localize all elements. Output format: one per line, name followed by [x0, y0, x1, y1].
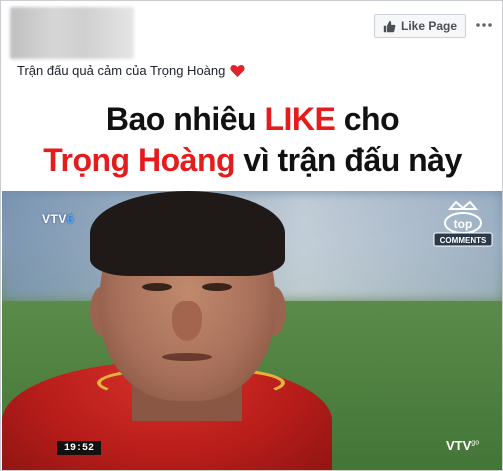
- watermark-text: VTV: [446, 438, 472, 453]
- player-nose: [172, 301, 202, 341]
- like-page-button[interactable]: Like Page: [374, 14, 466, 38]
- match-time-display: 19:52: [57, 441, 101, 455]
- blurred-page-avatar[interactable]: [10, 7, 134, 59]
- red-heart-icon: [230, 64, 245, 77]
- banner-line-1-prefix: Bao nhiêu: [105, 101, 265, 137]
- title-banner: Bao nhiêu LIKE cho Trọng Hoàng vì trận đ…: [2, 91, 502, 191]
- like-page-label: Like Page: [400, 19, 458, 33]
- post-caption: Trận đấu quả cảm của Trọng Hoàng: [17, 63, 245, 78]
- facebook-post-card: Like Page Trận đấu quả cảm của Trọng Hoà…: [0, 0, 503, 471]
- vtv6-channel-logo: VTV6: [42, 212, 74, 226]
- player-eye-right: [202, 283, 232, 291]
- top-logo-top-text: top: [454, 217, 473, 231]
- channel-logo-text: VTV: [42, 212, 67, 226]
- banner-line-1: Bao nhiêu LIKE cho: [2, 101, 502, 138]
- top-logo-bottom-text: COMMENTS: [440, 236, 487, 245]
- watermark-suffix: go: [471, 439, 480, 447]
- player-eye-left: [142, 283, 172, 291]
- player-photo[interactable]: VTV6 top COMMENTS 19:52 VTVgo: [2, 191, 502, 470]
- top-comments-logo-icon: top COMMENTS: [433, 200, 493, 247]
- vtvgo-watermark: VTVgo: [446, 438, 479, 453]
- banner-line-1-suffix: cho: [335, 101, 400, 137]
- banner-line-2: Trọng Hoàng vì trận đấu này: [2, 142, 502, 179]
- more-dots-icon: [476, 23, 492, 27]
- post-menu-button[interactable]: [473, 13, 495, 37]
- player-hair: [90, 191, 285, 276]
- banner-line-2-suffix: vì trận đấu này: [235, 142, 462, 178]
- thumbs-up-icon: [383, 20, 396, 32]
- channel-logo-number: 6: [66, 212, 75, 226]
- post-caption-text: Trận đấu quả cảm của Trọng Hoàng: [17, 63, 226, 78]
- banner-like-highlight: LIKE: [264, 101, 336, 137]
- banner-player-name: Trọng Hoàng: [43, 142, 236, 178]
- player-mouth: [162, 353, 212, 361]
